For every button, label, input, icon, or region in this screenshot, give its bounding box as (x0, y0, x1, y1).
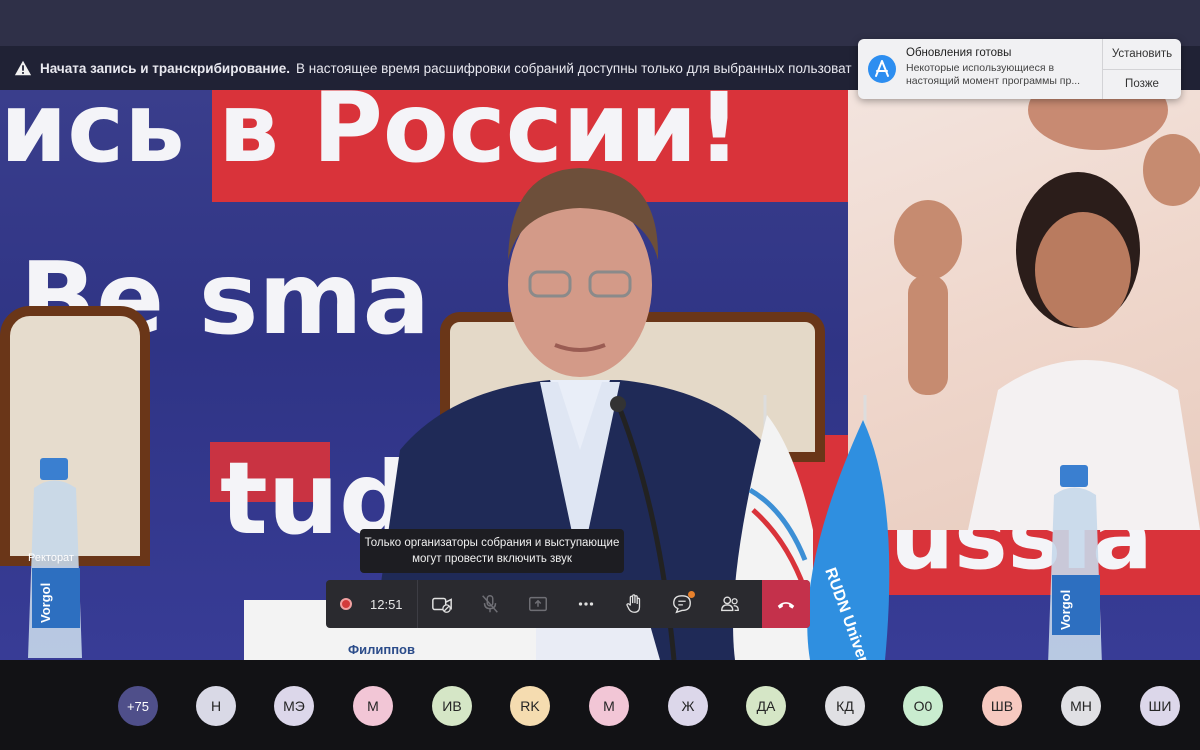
raise-hand-button[interactable] (610, 580, 658, 628)
app-store-icon (868, 55, 896, 83)
participant-avatar[interactable]: О0 (903, 686, 943, 726)
bottle-text-right: Vorgol (1058, 590, 1073, 630)
more-actions-button[interactable] (562, 580, 610, 628)
banner-bold-text: Начата запись и транскрибирование. (40, 60, 291, 76)
participant-avatar[interactable]: Н (196, 686, 236, 726)
participant-avatar[interactable]: ДА (746, 686, 786, 726)
bottle-text-left: Vorgol (38, 583, 53, 623)
participant-avatar[interactable]: ШВ (982, 686, 1022, 726)
ellipsis-icon (578, 602, 594, 606)
recording-indicator[interactable]: 12:51 (326, 580, 418, 628)
meeting-window: Начата запись и транскрибирование. В нас… (0, 0, 1200, 750)
participant-avatar[interactable]: ШИ (1140, 686, 1180, 726)
participant-avatar[interactable]: М (589, 686, 629, 726)
participant-avatar[interactable]: RK (510, 686, 550, 726)
notification-title: Обновления готовы (906, 47, 1012, 59)
bottle-right-image: Vorgol (1048, 465, 1102, 660)
later-button[interactable]: Позже (1103, 68, 1181, 100)
video-left-label: Ректорат (28, 552, 74, 564)
notification-icon-area (858, 39, 906, 99)
mute-tooltip: Только организаторы собрания и выступающ… (360, 529, 624, 573)
participant-avatar[interactable]: Ж (668, 686, 708, 726)
notification-actions: Установить Позже (1102, 39, 1181, 99)
people-icon (721, 596, 739, 612)
notification-body: Обновления готовы Некоторые использующие… (906, 39, 1102, 99)
chat-notification-dot (688, 591, 695, 598)
more-participants-badge[interactable]: +75 (118, 686, 158, 726)
meeting-timer: 12:51 (370, 596, 403, 612)
video-feed[interactable]: ись в России! Be sma tudy ussia RUDN Uni… (0, 90, 1200, 660)
camera-off-icon (432, 597, 452, 613)
record-dot-icon (340, 598, 352, 610)
participant-avatar[interactable]: М (353, 686, 393, 726)
chat-button[interactable] (658, 580, 706, 628)
banner-text: В настоящее время расшифровки собраний д… (296, 60, 852, 76)
participant-avatar[interactable]: МЭ (274, 686, 314, 726)
raise-hand-icon (626, 594, 641, 613)
mic-off-icon (482, 595, 498, 613)
leave-call-button[interactable] (762, 580, 810, 628)
mic-button[interactable] (466, 580, 514, 628)
meeting-toolbar: 12:51 (326, 580, 810, 628)
participant-avatar[interactable]: КД (825, 686, 865, 726)
notification-text: Некоторые использующиеся в настоящий мом… (906, 62, 1081, 87)
update-notification: Обновления готовы Некоторые использующие… (858, 39, 1181, 99)
nameplate-text: Филиппов (348, 642, 415, 657)
participant-avatar[interactable]: МН (1061, 686, 1101, 726)
share-screen-icon (529, 596, 547, 612)
camera-off-button[interactable] (418, 580, 466, 628)
warning-icon (14, 60, 32, 76)
participants-button[interactable] (706, 580, 754, 628)
install-button[interactable]: Установить (1103, 39, 1181, 69)
hang-up-icon (777, 602, 795, 609)
share-screen-button[interactable] (514, 580, 562, 628)
participant-avatar[interactable]: ИВ (432, 686, 472, 726)
